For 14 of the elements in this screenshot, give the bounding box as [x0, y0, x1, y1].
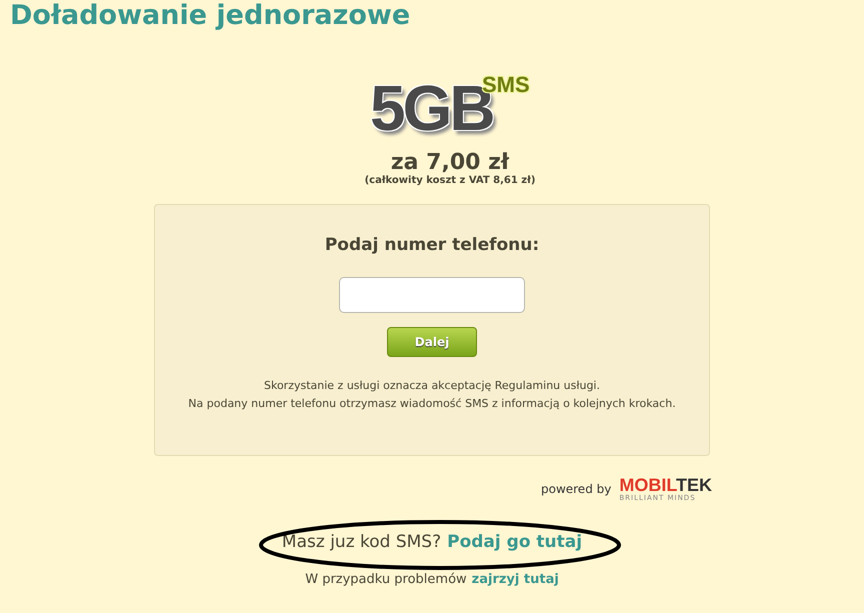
page-title: Doładowanie jednorazowe: [9, 0, 412, 32]
brand-name: MOBILTEK: [619, 475, 712, 495]
phone-label: Podaj numer telefonu:: [324, 235, 540, 255]
phone-input-field[interactable]: [339, 277, 525, 313]
next-button[interactable]: Dalej: [387, 327, 477, 357]
terms-note: Skorzystanie z usługi oznacza akceptację Regulaminu usługi.: [262, 378, 601, 394]
vat-note: (całkowity koszt z VAT 8,61 zł): [364, 175, 536, 186]
help-link[interactable]: zajrzyj tutaj: [472, 572, 559, 587]
code-prompt: Masz juz kod SMS?: [282, 532, 442, 552]
powered-by-label: powered by: [540, 482, 612, 496]
price: za 7,00 zł: [390, 150, 510, 175]
help-text: W przypadku problemów: [305, 572, 467, 587]
enter-code-link[interactable]: Podaj go tutaj: [447, 532, 582, 552]
terms-note: Na podany numer telefonu otrzymasz wiadomość SMS z informacją o kolejnych krokach.: [188, 396, 676, 412]
